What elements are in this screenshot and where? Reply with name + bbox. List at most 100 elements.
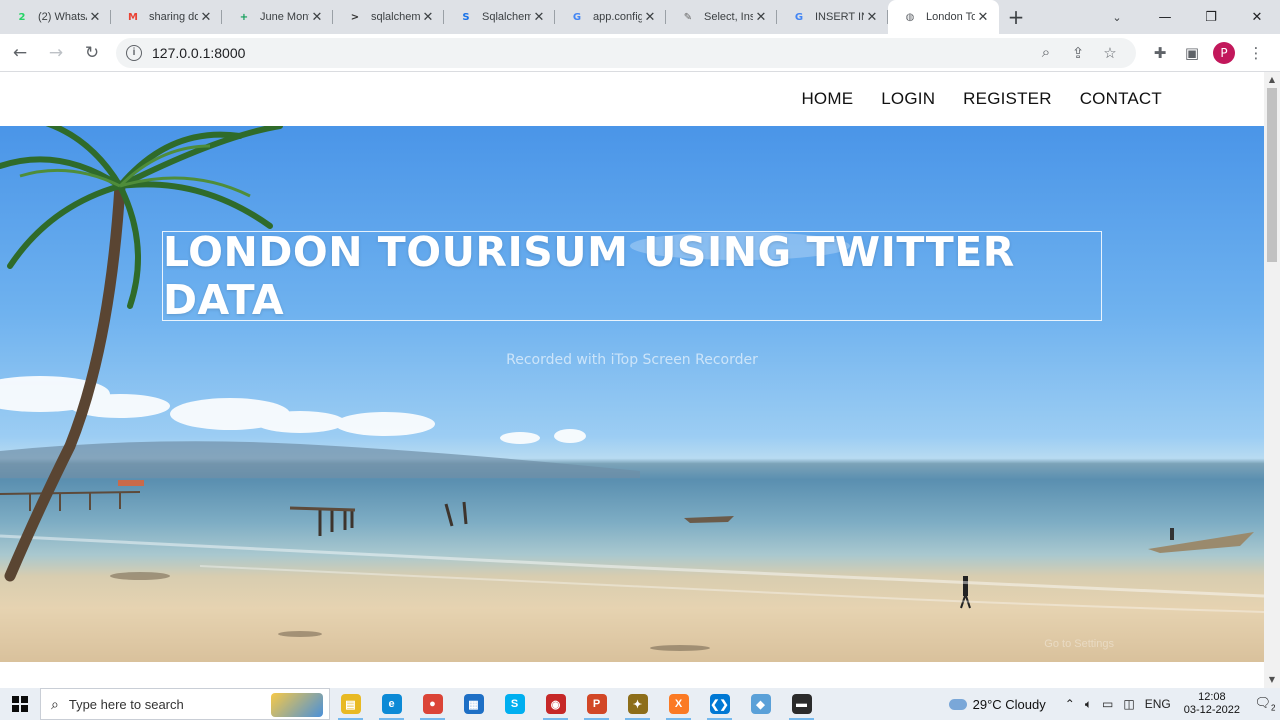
zoom-icon[interactable]: ⌕ [1030, 44, 1062, 61]
volume-icon[interactable]: 🔈︎ [1085, 697, 1092, 712]
scroll-thumb[interactable] [1267, 88, 1277, 262]
tab-close-icon[interactable]: ✕ [975, 10, 991, 25]
forward-icon[interactable]: → [40, 37, 72, 69]
activate-windows-text: Go to Settings [1044, 638, 1114, 650]
browser-tab[interactable]: Msharing document✕ [111, 0, 222, 34]
browser-tab[interactable]: S Sqlalchemy✕ [444, 0, 555, 34]
tray-chevron-icon[interactable]: ⌃ [1065, 697, 1075, 711]
beach-scene-illustration [0, 126, 1264, 651]
windows-start-icon[interactable] [0, 688, 40, 720]
weather-widget[interactable]: 29°C Cloudy [948, 696, 1046, 712]
app-blue-taskbar-icon[interactable]: ◆ [740, 688, 781, 720]
tab-close-icon[interactable]: ✕ [420, 10, 436, 25]
store-icon: ▦ [463, 694, 484, 714]
vscode-taskbar-icon[interactable]: ❮❯ [699, 688, 740, 720]
notification-center-icon[interactable]: 🗨︎2 [1250, 695, 1280, 713]
store-taskbar-icon[interactable]: ▦ [453, 688, 494, 720]
recorder-icon: ◉ [545, 694, 566, 714]
nav-login-link[interactable]: LOGIN [881, 89, 935, 109]
browser-tab[interactable]: + June Month✕ [222, 0, 333, 34]
tab-close-icon[interactable]: ✕ [87, 10, 103, 25]
app-gold-taskbar-icon[interactable]: ✦ [617, 688, 658, 720]
tab-close-icon[interactable]: ✕ [198, 10, 214, 25]
clock-time: 12:08 [1198, 691, 1226, 703]
tab-close-icon[interactable]: ✕ [642, 10, 658, 25]
site-navbar: HOME LOGIN REGISTER CONTACT [0, 72, 1264, 126]
edge-icon: e [381, 694, 402, 714]
powerpoint-icon: P [586, 694, 607, 714]
side-panel-icon[interactable]: ▣ [1176, 44, 1208, 62]
powerpoint-taskbar-icon[interactable]: P [576, 688, 617, 720]
close-window-icon[interactable]: ✕ [1234, 0, 1280, 34]
bookmark-star-icon[interactable]: ☆ [1094, 44, 1126, 62]
browser-tab[interactable]: ✎ Select, Insert✕ [666, 0, 777, 34]
taskbar-search-box[interactable]: ⌕ Type here to search [40, 688, 330, 720]
recorder-taskbar-icon[interactable]: ◉ [535, 688, 576, 720]
chrome-taskbar-icon[interactable]: ● [412, 688, 453, 720]
browser-tab[interactable]: ◍ London Tourism✕ [888, 0, 999, 34]
profile-avatar[interactable]: P [1213, 41, 1235, 64]
network-icon[interactable]: ◫ [1123, 697, 1134, 711]
terminal-icon: ▬ [791, 694, 812, 714]
weather-text: 29°C Cloudy [972, 696, 1046, 712]
tab-close-icon[interactable]: ✕ [864, 10, 880, 25]
browser-tab[interactable]: 2 (2) WhatsApp✕ [0, 0, 111, 34]
menu-kebab-icon[interactable]: ⋮ [1240, 44, 1272, 62]
new-tab-icon[interactable]: + [999, 0, 1033, 34]
scroll-up-icon[interactable]: ▲ [1264, 72, 1280, 88]
battery-icon[interactable]: ▭ [1102, 697, 1113, 711]
gmail-icon: M [128, 11, 138, 23]
browser-tab-title: London Tourism [926, 11, 975, 23]
nav-home-link[interactable]: HOME [801, 89, 853, 109]
browser-tab-title: INSERT INTO [815, 11, 864, 23]
nav-contact-link[interactable]: CONTACT [1080, 89, 1162, 109]
site-info-icon[interactable]: i [126, 44, 142, 61]
hero-banner: LONDON TOURISUM USING TWITTER DATA Recor… [0, 126, 1264, 662]
google-icon: G [794, 11, 804, 23]
cloud-icon [948, 698, 967, 710]
search-highlight-icon [271, 693, 323, 717]
browser-tab[interactable]: > sqlalchemy✕ [333, 0, 444, 34]
tab-close-icon[interactable]: ✕ [309, 10, 325, 25]
system-tray: 29°C Cloudy ⌃ 🔈︎ ▭ ◫ ENG 12:08 03-12-202… [948, 688, 1280, 720]
browser-tab-title: app.config [593, 11, 642, 23]
app-gold-icon: ✦ [627, 694, 648, 714]
skype-taskbar-icon[interactable]: S [494, 688, 535, 720]
page-scrollbar[interactable]: ▲ ▼ [1264, 72, 1280, 688]
browser-tab-title: (2) WhatsApp [38, 11, 87, 23]
edge-taskbar-icon[interactable]: e [371, 688, 412, 720]
address-bar[interactable]: i 127.0.0.1:8000 ⌕ ⇪ ☆ [116, 37, 1136, 68]
xampp-icon: X [668, 694, 689, 714]
taskbar-search-placeholder: Type here to search [68, 696, 184, 712]
minimize-icon[interactable]: — [1142, 0, 1188, 34]
sqlalchemy-icon: S [462, 11, 470, 23]
share-icon[interactable]: ⇪ [1062, 44, 1094, 62]
reload-icon[interactable]: ↻ [76, 37, 108, 69]
back-icon[interactable]: ← [4, 37, 36, 69]
browser-tab-title: Select, Insert [704, 11, 753, 23]
hero-title-frame: LONDON TOURISUM USING TWITTER DATA [162, 228, 1102, 324]
browser-tab[interactable]: Gapp.config ✕ [555, 0, 666, 34]
nav-register-link[interactable]: REGISTER [963, 89, 1052, 109]
app-blue-icon: ◆ [750, 694, 771, 714]
browser-tab-title: sqlalchemy [371, 11, 420, 23]
globe-icon: ◍ [905, 11, 915, 23]
browser-tab-title: June Month [260, 11, 309, 23]
terminal-taskbar-icon[interactable]: ▬ [781, 688, 822, 720]
file-explorer-taskbar-icon[interactable]: ▤ [330, 688, 371, 720]
address-url[interactable]: 127.0.0.1:8000 [152, 45, 1030, 61]
tab-close-icon[interactable]: ✕ [753, 10, 769, 25]
xampp-taskbar-icon[interactable]: X [658, 688, 699, 720]
taskbar-clock[interactable]: 12:08 03-12-2022 [1184, 691, 1240, 717]
terminal-icon: > [350, 11, 360, 23]
tab-search-icon[interactable]: ⌄ [1102, 0, 1132, 34]
restore-icon[interactable]: ❐ [1188, 0, 1234, 34]
taskbar-apps: ▤ e ● ▦ S ◉ P ✦ X ❮❯ ◆ ▬ [330, 688, 822, 720]
scroll-down-icon[interactable]: ▼ [1264, 672, 1280, 688]
browser-tab[interactable]: G INSERT INTO✕ [777, 0, 888, 34]
browser-toolbar: ← → ↻ i 127.0.0.1:8000 ⌕ ⇪ ☆ ✚ ▣ P ⋮ [0, 34, 1280, 72]
page-icon: ✎ [683, 11, 693, 23]
tab-close-icon[interactable]: ✕ [531, 10, 547, 25]
language-indicator[interactable]: ENG [1145, 697, 1171, 711]
extensions-icon[interactable]: ✚ [1144, 44, 1176, 62]
